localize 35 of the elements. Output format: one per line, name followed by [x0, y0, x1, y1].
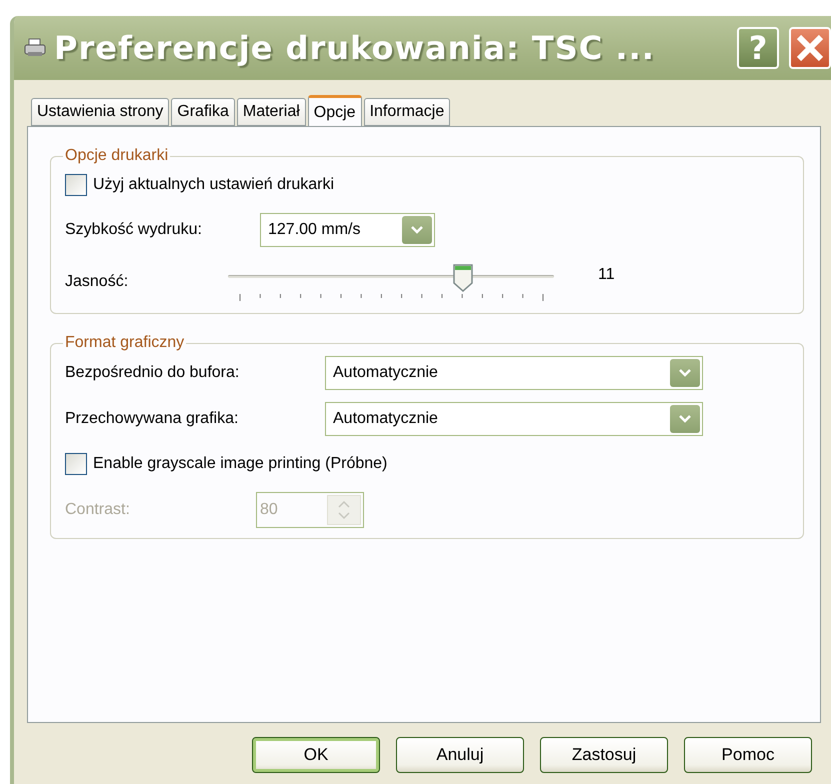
slider-value: 11	[598, 266, 615, 284]
dropdown[interactable]: Automatycznie	[325, 402, 703, 436]
slider-thumb[interactable]	[452, 263, 474, 293]
tab[interactable]: Materiał	[236, 98, 306, 126]
checkbox[interactable]	[65, 453, 87, 475]
dropdown[interactable]: Automatycznie	[325, 356, 703, 390]
window-title: Preferencje drukowania: TSC ...	[54, 29, 655, 67]
dropdown-arrow-button[interactable]	[402, 216, 432, 244]
tab[interactable]: Ustawienia strony	[31, 98, 170, 126]
dialog-button[interactable]: OK	[252, 737, 380, 773]
checkbox-label: Enable grayscale image printing (Próbne)	[93, 455, 388, 473]
field-label: Bezpośrednio do bufora:	[65, 364, 240, 382]
dropdown-arrow-button[interactable]	[670, 405, 700, 433]
tab[interactable]: Opcje	[308, 95, 362, 127]
checkbox[interactable]	[65, 174, 87, 196]
checkbox-label: Użyj aktualnych ustawień drukarki	[93, 176, 334, 194]
group-title: Opcje drukarki	[64, 147, 170, 165]
spin-arrows-icon[interactable]	[327, 495, 361, 525]
field-label: Jasność:	[65, 273, 130, 291]
chevron-down-icon	[678, 368, 692, 378]
dropdown-arrow-button[interactable]	[670, 359, 700, 387]
dialog-button[interactable]: Pomoc	[684, 737, 812, 773]
field-label: Szybkość wydruku:	[65, 221, 203, 239]
close-button[interactable]	[789, 27, 831, 69]
group-title: Format graficzny	[64, 334, 186, 352]
dialog-button[interactable]: Zastosuj	[540, 737, 668, 773]
dropdown[interactable]: 127.00 mm/s	[260, 213, 435, 247]
chevron-down-icon	[410, 225, 424, 235]
tab[interactable]: Grafika	[171, 98, 235, 126]
dialog-button[interactable]: Anuluj	[396, 737, 524, 773]
field-label: Contrast:	[65, 501, 131, 519]
tab[interactable]: Informacje	[364, 98, 450, 126]
field-label: Przechowywana grafika:	[65, 410, 240, 428]
chevron-down-icon	[678, 414, 692, 424]
printer-icon	[24, 38, 46, 58]
